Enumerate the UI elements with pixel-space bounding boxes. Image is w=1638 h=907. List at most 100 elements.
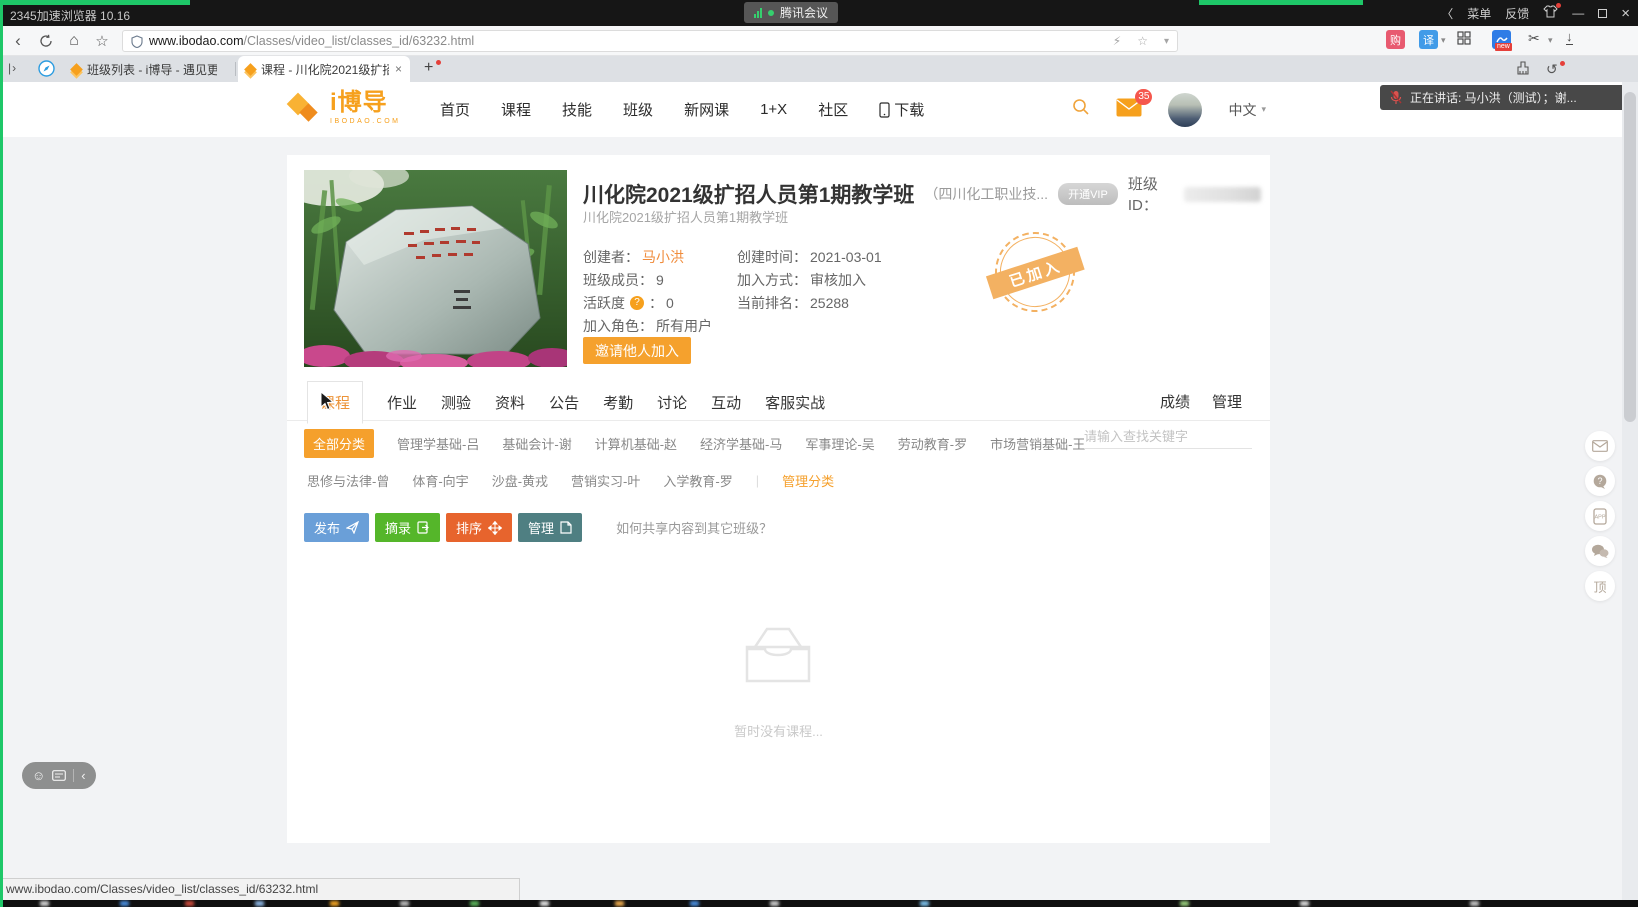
tab-discussion[interactable]: 讨论 [657,382,687,423]
tab-label: 课程 - 川化院2021级扩招人员 [261,62,389,77]
tab-quiz[interactable]: 测验 [441,382,471,423]
new-tab-dot [436,60,441,65]
url-path: /Classes/video_list/classes_id/63232.htm… [243,34,475,48]
favorite-star-icon[interactable]: ☆ [1137,34,1148,48]
url-dropdown-icon[interactable]: ▾ [1164,34,1169,48]
bookmark-star-icon[interactable]: ☆ [90,26,114,56]
publish-button[interactable]: 发布 [304,513,370,542]
feedback-button[interactable]: 反馈 [1505,5,1529,22]
translate-ext-icon[interactable]: 译 [1419,30,1438,49]
course-search-input[interactable] [1084,429,1260,444]
titlebar-back-icon[interactable]: 〈 [1441,5,1453,22]
sidebar-toggle-icon[interactable]: |› [8,61,17,75]
tab-cs-practice[interactable]: 客服实战 [765,382,825,423]
category-item[interactable]: 计算机基础-赵 [595,434,677,453]
app-download-button[interactable]: APP [1585,501,1615,531]
url-bar[interactable]: www.ibodao.com/Classes/video_list/classe… [122,30,1178,52]
category-item[interactable]: 营销实习-叶 [571,471,640,490]
feedback-mail-button[interactable] [1585,431,1615,461]
wechat-button[interactable] [1585,536,1615,566]
nav-item-newcourse[interactable]: 新网课 [684,99,729,120]
category-item[interactable]: 思修与法律-曾 [307,471,389,490]
chat-panel-icon[interactable] [52,770,67,781]
home-icon[interactable]: ⌂ [62,26,86,56]
help-button[interactable]: ? [1585,466,1615,496]
nav-item-community[interactable]: 社区 [818,99,848,120]
apps-grid-icon[interactable] [1456,30,1472,51]
screenshot-scissors-icon[interactable]: ✂ [1528,30,1540,47]
quick-launch-bolt-icon[interactable]: ⚡ [1113,34,1121,48]
tab-courses[interactable]: 课程 [307,381,364,424]
tab-homework[interactable]: 作业 [387,382,417,423]
smiley-icon[interactable]: ☺ [32,768,45,783]
nav-item-classes[interactable]: 班级 [623,99,653,120]
shopping-ext-icon[interactable]: 购 [1386,30,1405,49]
manage-button[interactable]: 管理 [518,513,583,542]
tab-announcements[interactable]: 公告 [549,382,579,423]
back-icon[interactable]: ‹ [6,26,30,56]
translate-caret-icon[interactable]: ▾ [1441,35,1446,46]
activity-help-icon[interactable]: ? [630,295,644,310]
windows-taskbar[interactable] [0,900,1638,907]
back-to-top-button[interactable]: 顶 [1585,571,1615,601]
category-item[interactable]: 市场营销基础-王 [990,434,1085,453]
skin-button[interactable] [1543,3,1562,21]
tab-materials[interactable]: 资料 [495,382,525,423]
compass-icon[interactable] [38,60,55,82]
chat-widget[interactable]: ☺ ‹ [22,762,96,789]
tab-attendance[interactable]: 考勤 [603,382,633,423]
close-tab-icon[interactable]: × [395,62,402,76]
category-item[interactable]: 入学教育-罗 [663,471,732,490]
new-tab-icon[interactable]: + [424,59,433,77]
search-icon[interactable] [1072,98,1090,121]
joined-stamp: 已加入 [984,221,1086,323]
share-help-link[interactable]: 如何共享内容到其它班级？ [616,518,772,537]
meeting-overlay-pill[interactable]: 腾讯会议 [744,2,839,23]
class-tabs: 课程 作业 测验 资料 公告 考勤 讨论 互动 客服实战 成绩 管理 [287,381,1270,424]
clean-brush-icon[interactable] [1516,61,1530,81]
language-selector[interactable]: 中文 ▾ [1228,100,1266,120]
download-icon[interactable]: ↓ [1566,30,1573,45]
category-item[interactable]: 经济学基础-马 [700,434,782,453]
scrollbar-thumb[interactable] [1624,92,1636,422]
invite-button[interactable]: 邀请他人加入 [583,337,691,364]
taskbar-icon [1180,901,1189,906]
messages-button[interactable]: 35 [1116,88,1153,122]
menu-button[interactable]: 菜单 [1467,5,1491,22]
excerpt-button[interactable]: 摘录 [375,513,441,542]
nav-item-home[interactable]: 首页 [440,99,470,120]
signal-icon [754,7,762,18]
vip-badge[interactable]: 开通VIP [1058,183,1118,205]
tab-grades[interactable]: 成绩 [1160,391,1190,412]
avatar[interactable] [1168,92,1203,127]
site-logo[interactable]: i博导 IBODAO.COM [286,90,401,126]
tab-class-list[interactable]: 班级列表 - i博导 - 遇见更好的 [64,56,234,82]
nav-item-skills[interactable]: 技能 [562,99,592,120]
tab-interaction[interactable]: 互动 [711,382,741,423]
new-app-ext-icon[interactable]: new [1492,30,1512,51]
maximize-button[interactable] [1598,8,1608,18]
category-all-button[interactable]: 全部分类 [304,429,375,458]
category-manage-link[interactable]: 管理分类 [782,471,834,490]
category-item[interactable]: 沙盘-黄戎 [492,471,548,490]
reload-icon[interactable] [34,26,58,56]
collapse-icon[interactable]: ‹ [81,768,85,783]
nav-item-courses[interactable]: 课程 [501,99,531,120]
category-item[interactable]: 管理学基础-吕 [397,434,479,453]
category-item[interactable]: 基础会计-谢 [502,434,571,453]
category-item[interactable]: 军事理论-吴 [805,434,874,453]
undo-icon[interactable]: ↺ [1546,61,1558,78]
nav-item-download[interactable]: 下载 [879,99,924,120]
tab-manage[interactable]: 管理 [1212,391,1242,412]
close-button[interactable]: × [1621,5,1630,22]
scissors-caret-icon[interactable]: ▾ [1548,35,1553,46]
sort-button[interactable]: 排序 [446,513,513,542]
category-item[interactable]: 体育-向宇 [412,471,468,490]
creator-link[interactable]: 马小洪 [642,247,684,267]
nav-item-1x[interactable]: 1+X [760,101,787,118]
minimize-button[interactable]: — [1572,6,1584,20]
taskbar-icon [470,901,479,906]
tab-course-active[interactable]: 课程 - 川化院2021级扩招人员 × [238,56,410,82]
category-item[interactable]: 劳动教育-罗 [898,434,967,453]
svg-text:APP: APP [1594,514,1605,520]
